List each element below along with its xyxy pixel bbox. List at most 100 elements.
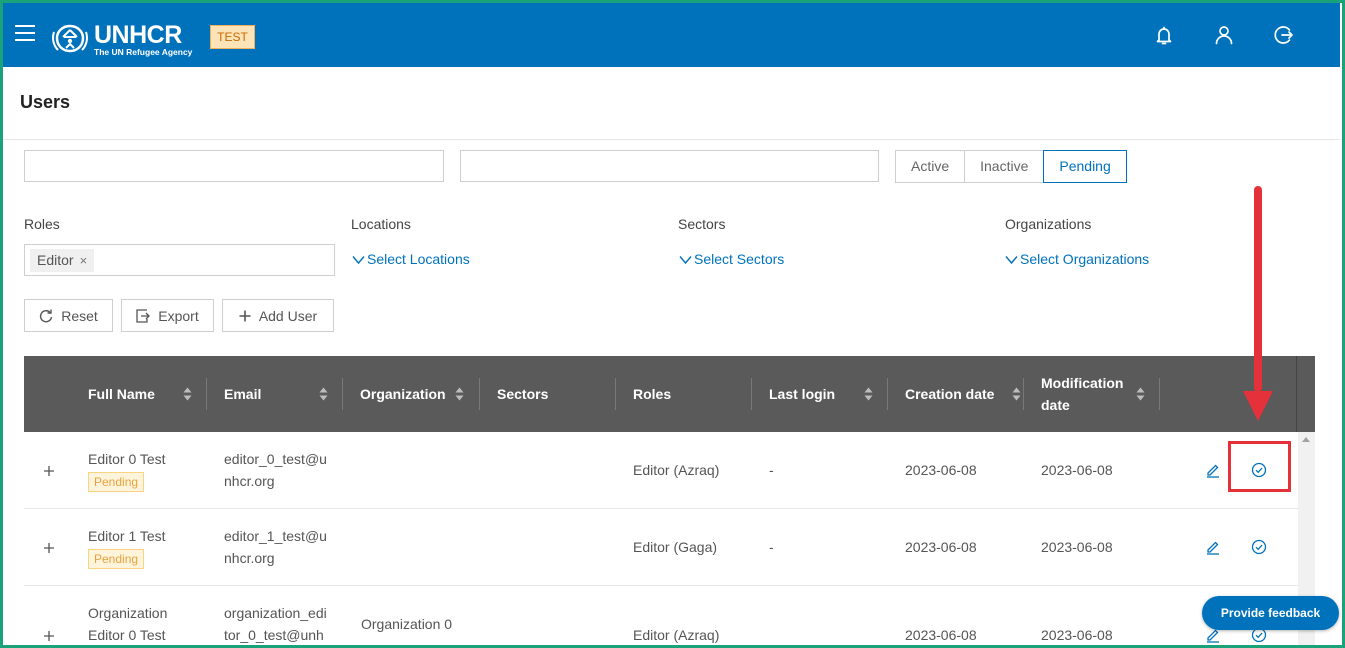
tab-inactive[interactable]: Inactive — [964, 150, 1045, 183]
export-label: Export — [158, 307, 199, 324]
column-email[interactable]: Email — [224, 356, 342, 432]
email-search-input[interactable] — [460, 150, 879, 182]
status-badge: Pending — [88, 549, 145, 569]
user-icon[interactable] — [1212, 23, 1236, 47]
column-last-login-label: Last login — [769, 386, 836, 402]
column-last-login[interactable]: Last login — [769, 356, 887, 432]
bell-icon[interactable] — [1152, 23, 1176, 47]
email-line: nhcr.org — [224, 473, 275, 489]
full-name-line: Editor 0 Test — [88, 627, 166, 643]
export-button[interactable]: Export — [121, 299, 214, 332]
annotation-highlight-box — [1228, 441, 1291, 492]
column-separator — [1159, 378, 1160, 410]
sort-icon — [455, 387, 464, 401]
annotation-arrow-head — [1243, 391, 1273, 421]
email-cell: organization_edi tor_0_test@unh — [224, 602, 327, 646]
chevron-down-icon — [352, 256, 365, 265]
sort-icon — [183, 387, 192, 401]
email-line: organization_edi — [224, 605, 327, 621]
locations-label: Locations — [351, 216, 411, 232]
select-organizations-dropdown[interactable]: Select Organizations — [1005, 251, 1149, 267]
provide-feedback-button[interactable]: Provide feedback — [1202, 596, 1339, 630]
column-creation-date-label: Creation date — [905, 386, 995, 402]
environment-badge: TEST — [210, 25, 255, 49]
column-organization-label: Organization — [360, 386, 446, 402]
expand-row-icon[interactable] — [43, 465, 55, 477]
page-title: Users — [20, 92, 71, 112]
modification-date-cell: 2023-06-08 — [1041, 539, 1113, 555]
sort-icon — [1136, 387, 1145, 401]
status-badge: Pending — [88, 472, 145, 492]
logo-name: UNHCR — [94, 21, 182, 49]
logo-subtitle: The UN Refugee Agency — [94, 47, 193, 57]
expand-row-icon[interactable] — [43, 542, 55, 554]
role-tag-label: Editor — [37, 252, 74, 268]
email-line: editor_0_test@u — [224, 451, 327, 467]
last-login-cell: - — [769, 462, 774, 478]
title-divider — [3, 139, 1340, 140]
remove-tag-icon[interactable]: × — [80, 253, 88, 268]
sort-icon — [319, 387, 328, 401]
table-header: Full Name Email Organization Sectors Rol… — [24, 356, 1315, 432]
logout-icon[interactable] — [1272, 23, 1296, 47]
roles-multiselect[interactable]: Editor × — [24, 244, 335, 276]
creation-date-cell: 2023-06-08 — [905, 627, 977, 643]
last-login-cell: - — [769, 539, 774, 555]
tab-active[interactable]: Active — [895, 150, 966, 183]
add-user-button[interactable]: Add User — [222, 299, 334, 332]
column-roles: Roles — [633, 356, 751, 432]
plus-icon — [239, 310, 251, 321]
select-sectors-label: Select Sectors — [694, 251, 785, 267]
column-sectors-label: Sectors — [497, 386, 549, 402]
edit-icon[interactable] — [1205, 462, 1221, 478]
sectors-label: Sectors — [678, 216, 726, 232]
column-separator — [1023, 378, 1024, 410]
full-name-cell: Editor 1 Test Pending — [88, 525, 166, 569]
sort-icon — [1012, 387, 1021, 401]
menu-icon[interactable] — [15, 25, 35, 41]
column-separator — [615, 378, 616, 410]
top-app-bar: UNHCR The UN Refugee Agency TEST — [3, 3, 1340, 67]
status-segmented-control: Active Inactive Pending — [895, 150, 1127, 183]
column-modification-date-label: Modification date — [1041, 375, 1124, 413]
role-tag-editor: Editor × — [30, 249, 95, 272]
approve-check-icon[interactable] — [1251, 539, 1267, 555]
column-modification-date[interactable]: Modification date — [1041, 356, 1159, 432]
email-line: nhcr.org — [224, 550, 275, 566]
select-sectors-dropdown[interactable]: Select Sectors — [679, 251, 784, 267]
chevron-down-icon — [679, 256, 692, 265]
email-cell: editor_0_test@u nhcr.org — [224, 448, 327, 492]
column-sectors: Sectors — [497, 356, 615, 432]
roles-cell: Editor (Azraq) — [633, 627, 720, 643]
scroll-up-arrow-icon[interactable] — [1302, 437, 1310, 442]
email-cell: editor_1_test@u nhcr.org — [224, 525, 327, 569]
creation-date-cell: 2023-06-08 — [905, 539, 977, 555]
column-roles-label: Roles — [633, 386, 672, 402]
column-creation-date[interactable]: Creation date — [905, 356, 1023, 432]
select-locations-dropdown[interactable]: Select Locations — [352, 251, 470, 267]
reset-button[interactable]: Reset — [24, 299, 113, 332]
unhcr-logo[interactable]: UNHCR The UN Refugee Agency — [50, 20, 195, 60]
column-separator — [479, 378, 480, 410]
modification-date-cell: 2023-06-08 — [1041, 462, 1113, 478]
column-full-name[interactable]: Full Name — [88, 356, 206, 432]
column-full-name-label: Full Name — [88, 386, 155, 402]
add-user-label: Add User — [258, 307, 318, 324]
email-line: tor_0_test@unh — [224, 627, 324, 643]
expand-row-icon[interactable] — [43, 630, 55, 642]
name-search-input[interactable] — [24, 150, 444, 182]
table-row: Editor 0 Test Pending editor_0_test@u nh… — [24, 432, 1298, 509]
column-separator — [206, 378, 207, 410]
roles-label: Roles — [24, 216, 60, 232]
full-name-cell: Editor 0 Test Pending — [88, 448, 166, 492]
edit-icon[interactable] — [1205, 539, 1221, 555]
tab-pending[interactable]: Pending — [1043, 150, 1127, 183]
organizations-label: Organizations — [1005, 216, 1092, 232]
organization-cell: Organization 0 — [361, 616, 453, 632]
roles-cell: Editor (Gaga) — [633, 539, 718, 555]
column-separator — [342, 378, 343, 410]
column-organization[interactable]: Organization — [360, 356, 478, 432]
refresh-icon — [40, 309, 53, 322]
column-email-label: Email — [224, 386, 262, 402]
select-organizations-label: Select Organizations — [1020, 251, 1150, 267]
